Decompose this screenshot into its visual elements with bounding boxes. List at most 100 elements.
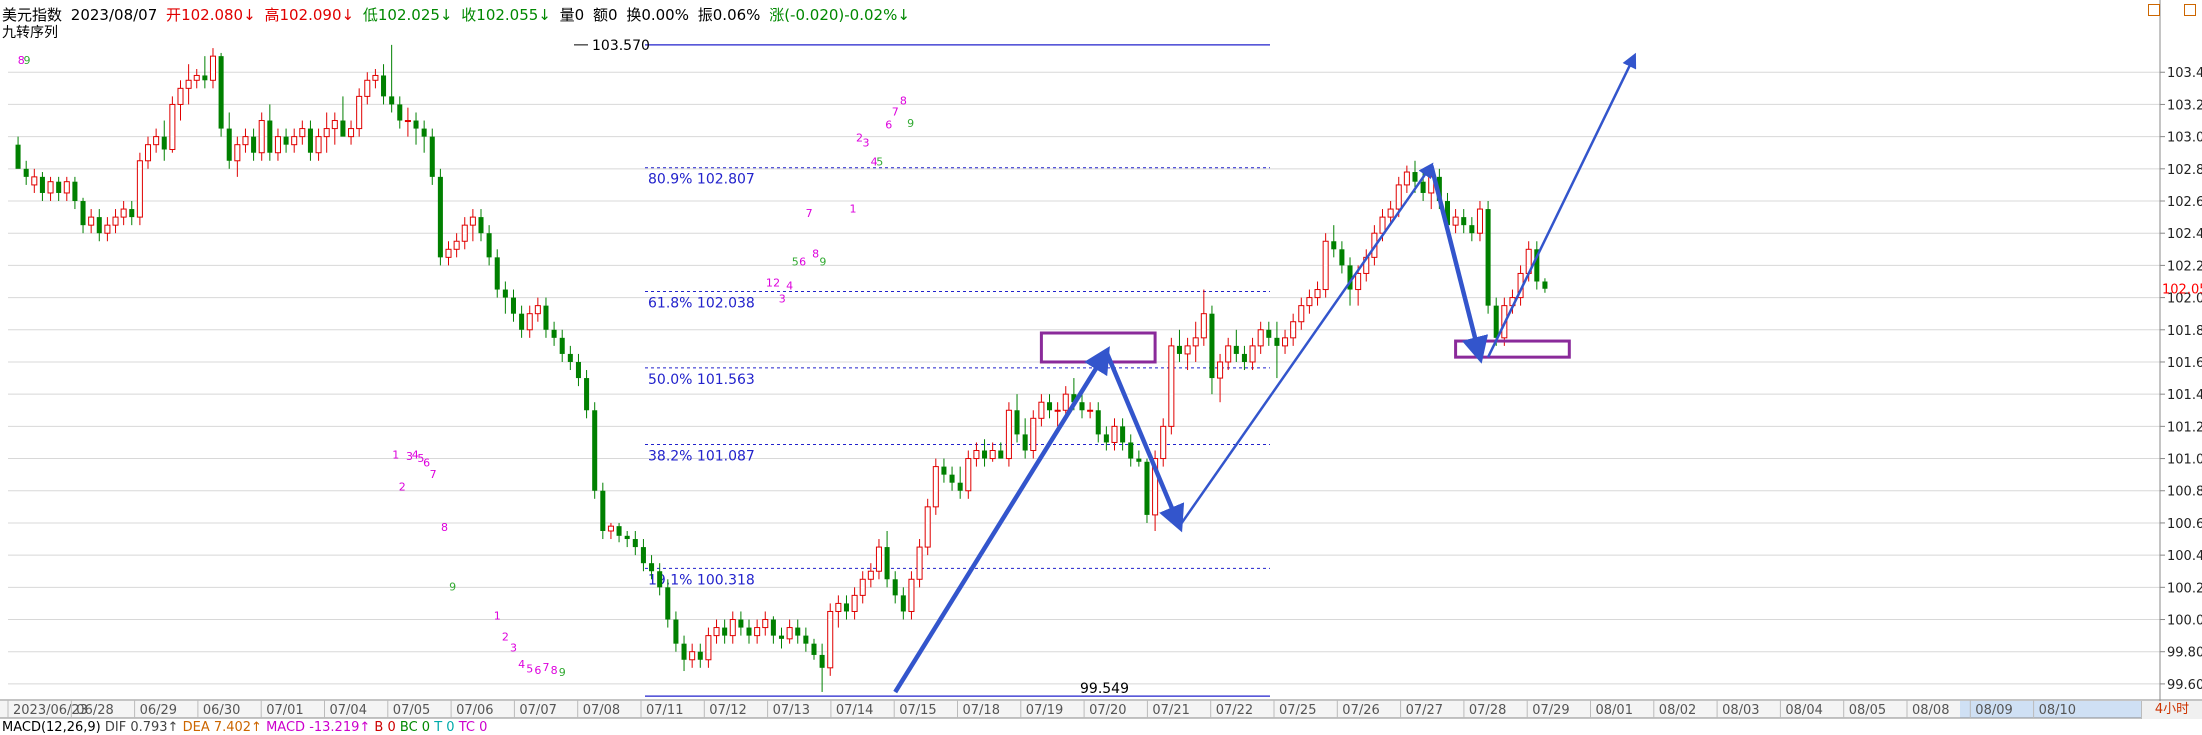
candle-body [1095, 410, 1101, 435]
candle-body [112, 216, 119, 226]
candle-body [445, 248, 452, 258]
amplitude: 振0.06% [697, 6, 761, 24]
candle-body [372, 74, 379, 81]
candle-body [1355, 272, 1362, 291]
td-count: 5 [526, 663, 533, 676]
quote-date: 2023/08/07 [70, 6, 158, 24]
candle-body [486, 233, 492, 258]
candle-body [916, 546, 923, 580]
x-tick-label: 08/08 [1912, 703, 1949, 718]
td-count: 6 [799, 255, 806, 268]
td-count: 5 [792, 255, 799, 268]
low-label: 低 [362, 6, 378, 24]
candle-body [778, 635, 785, 639]
expand-icon[interactable] [2148, 4, 2160, 16]
x-tick-label: 07/25 [1279, 703, 1316, 718]
candle-body [949, 474, 955, 483]
candle-body [1038, 401, 1045, 419]
close-price: 收102.055↓ [461, 6, 551, 24]
candle-body [900, 595, 906, 612]
candle-body [161, 136, 167, 150]
fib-label: 19.1% 100.318 [648, 572, 755, 588]
candle-body [397, 104, 403, 121]
candle-body [1339, 249, 1345, 266]
candle-body [494, 257, 500, 290]
candle-body [746, 627, 752, 636]
candle-body [169, 103, 176, 151]
candle-body [1420, 181, 1426, 193]
candle-body [1314, 289, 1321, 299]
y-tick-label: 103.200 [2167, 98, 2202, 113]
candle-body [331, 120, 338, 130]
candle-body [941, 466, 947, 475]
candle-body [502, 289, 508, 298]
x-tick-label: 07/18 [963, 703, 1000, 718]
x-tick-label: 07/28 [1469, 703, 1506, 718]
td-count: 5 [876, 156, 883, 169]
candle-body [478, 217, 484, 234]
candle-body [1257, 329, 1264, 347]
high-label: 高 [264, 6, 280, 24]
candle-body [875, 546, 882, 572]
y-tick-label: 99.800 [2167, 646, 2202, 661]
td-count: 1 [494, 610, 501, 623]
candle-body [56, 181, 62, 193]
x-tick-label: 07/21 [1152, 703, 1189, 718]
close-label: 收 [461, 6, 477, 24]
candle-body [144, 144, 152, 162]
x-tick-label: 07/12 [709, 703, 746, 718]
turnover: 换0.00% [626, 6, 689, 24]
candle-body [104, 224, 111, 234]
candle-body [461, 224, 468, 242]
x-tick-label: 07/08 [583, 703, 620, 718]
swing-low-label: 99.549 [1080, 681, 1129, 697]
td-count: 4 [518, 658, 525, 671]
candle-body [1046, 402, 1053, 411]
candle-body [1014, 410, 1020, 435]
candle-body [1168, 345, 1175, 427]
x-tick-label: 08/03 [1722, 703, 1759, 718]
candle-body [1209, 313, 1215, 379]
candle-body [389, 96, 395, 105]
macd-bc: BC 0 [399, 720, 431, 735]
candle-body [1395, 184, 1402, 210]
td-count: 8 [900, 94, 907, 107]
candle-body [892, 579, 898, 596]
candle-body [924, 506, 931, 548]
open-price: 开102.080↓ [166, 6, 256, 24]
candle-body [738, 619, 744, 628]
candle-body [835, 602, 842, 612]
high-price: 高102.090↓ [264, 6, 354, 24]
candle-body [1412, 172, 1418, 182]
candle-body [23, 168, 29, 177]
td-count: 2 [502, 630, 509, 643]
candle-body [867, 570, 874, 580]
candle-body [673, 619, 679, 644]
x-tick-label: 06/28 [76, 703, 113, 718]
candle-body [129, 209, 135, 218]
candle-body [1403, 171, 1410, 186]
candle-body [356, 95, 363, 130]
candle-body [1200, 313, 1207, 339]
candle-body [323, 128, 330, 138]
candle-body [526, 313, 533, 331]
candle-body [827, 610, 834, 669]
period-tab[interactable]: 4小时 [2141, 701, 2202, 719]
td-count: 9 [819, 255, 826, 268]
candle-body [1476, 208, 1483, 234]
candle-body [908, 578, 915, 612]
macd-name: MACD(12,26,9) [2, 720, 101, 735]
x-tick-label: 06/30 [203, 703, 240, 718]
candle-body [1225, 345, 1232, 363]
td-count: 8 [551, 664, 558, 677]
y-tick-label: 103.400 [2167, 66, 2202, 81]
candle-body [1274, 337, 1280, 346]
last-price-label: 102.055 [2162, 283, 2202, 298]
candle-body [1542, 281, 1548, 289]
window-icon[interactable] [2184, 4, 2196, 16]
candle-body [567, 353, 573, 362]
y-tick-label: 102.200 [2167, 259, 2202, 274]
candle-body [15, 144, 21, 169]
macd-dea: DEA 7.402↑ [182, 720, 262, 735]
price-chart[interactable]: 103.400 103.200 103.000 102.800 102.600 102.4… [0, 0, 2202, 730]
